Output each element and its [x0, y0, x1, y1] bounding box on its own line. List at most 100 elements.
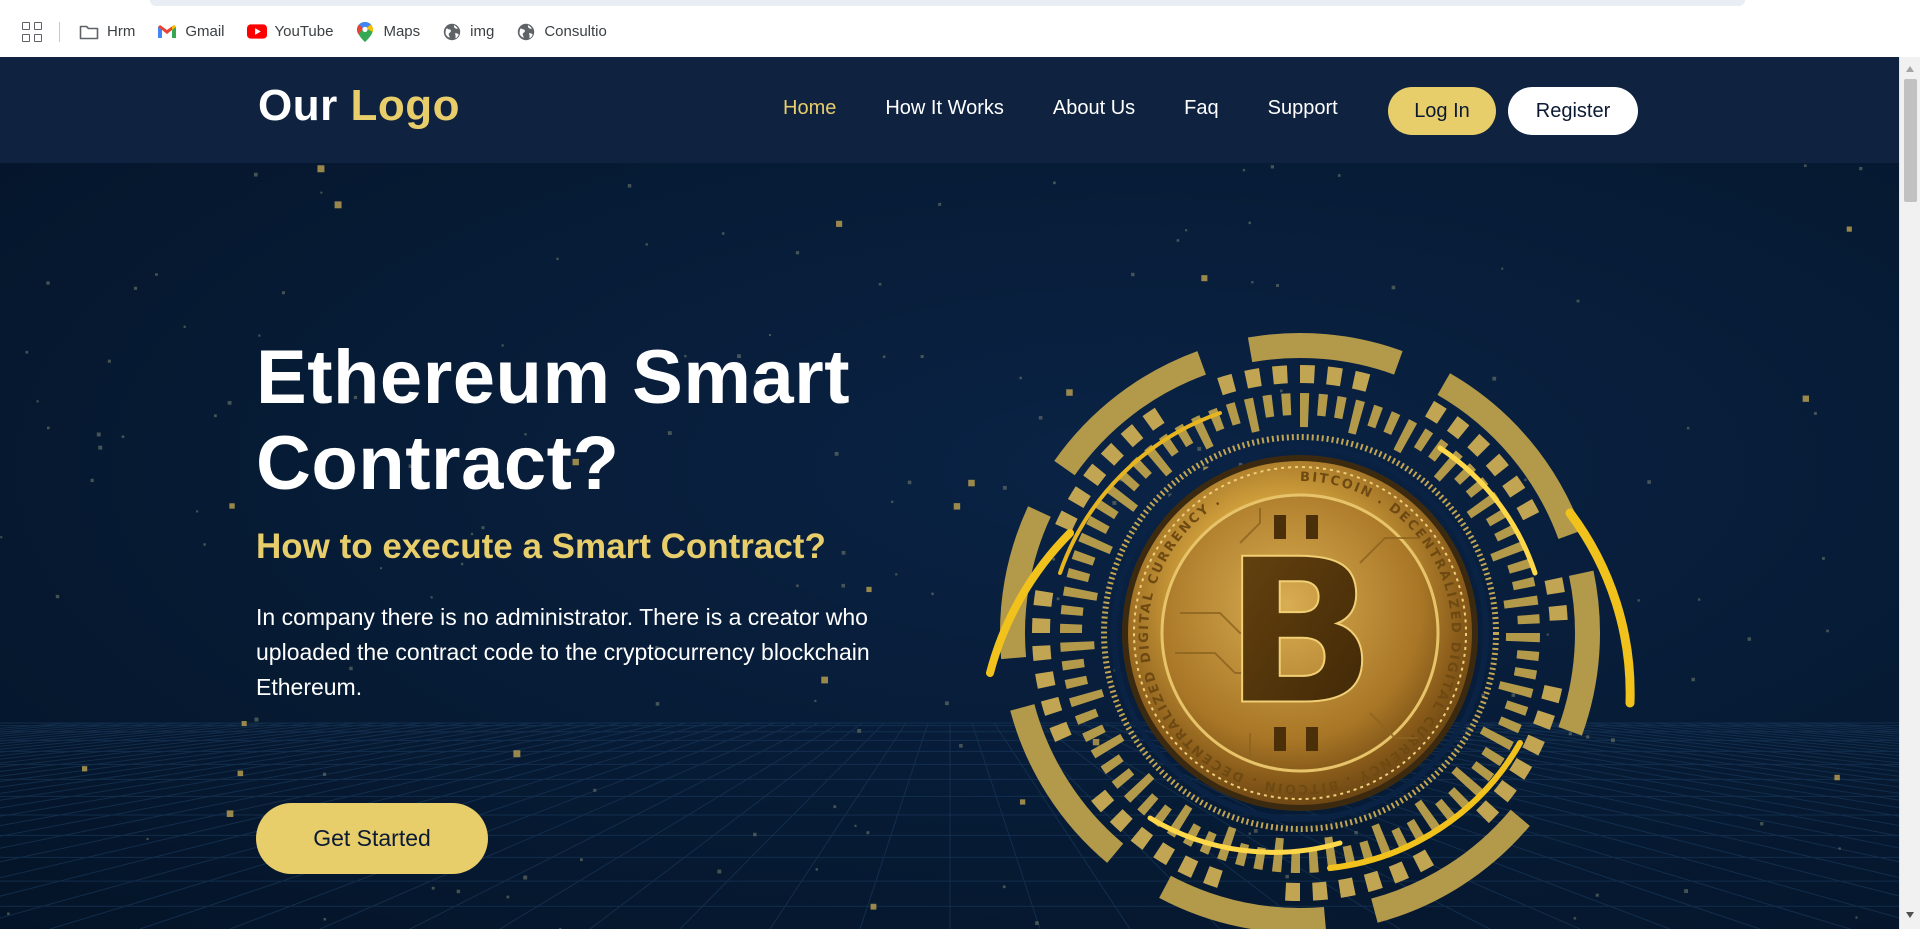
- outer-ring-tick: [1033, 590, 1054, 607]
- middle-ring-tick: [1498, 681, 1534, 698]
- star-particle: [183, 325, 186, 328]
- star-particle: [146, 837, 149, 841]
- nav-home[interactable]: Home: [783, 97, 836, 120]
- star-particle: [506, 895, 510, 899]
- star-particle: [55, 594, 60, 599]
- middle-ring-tick: [1383, 411, 1401, 435]
- page-viewport: Ethereum Smart Contract? How to execute …: [0, 57, 1899, 929]
- star-particle: [1251, 281, 1254, 284]
- outer-ring-tick: [1502, 475, 1526, 498]
- star-particle: [430, 596, 433, 599]
- outer-ring-tick: [1032, 645, 1052, 662]
- logo-primary-text: Our: [258, 81, 338, 130]
- middle-ring-tick: [1505, 633, 1540, 643]
- middle-ring-tick: [1060, 623, 1083, 633]
- scroll-down-arrow-icon[interactable]: [1906, 912, 1914, 918]
- star-particle: [7, 912, 10, 915]
- middle-ring-tick: [1317, 393, 1329, 417]
- scrollbar-thumb[interactable]: [1904, 79, 1917, 202]
- star-particle: [253, 172, 258, 177]
- bookmark-label: Consultio: [544, 23, 607, 40]
- star-particle: [1270, 165, 1274, 169]
- bookmark-hrm[interactable]: Hrm: [79, 17, 135, 47]
- maps-pin-icon: [355, 21, 375, 42]
- outer-ring-tick: [1522, 734, 1545, 756]
- outer-ring-tick: [1476, 800, 1500, 824]
- nav-about-us[interactable]: About Us: [1053, 97, 1135, 120]
- middle-ring-tick: [1507, 558, 1531, 574]
- middle-ring-tick: [1137, 793, 1159, 816]
- star-particle: [870, 903, 877, 910]
- bookmark-gmail[interactable]: Gmail: [157, 17, 225, 47]
- star-particle: [1201, 275, 1208, 282]
- login-button[interactable]: Log In: [1388, 87, 1496, 135]
- star-particle: [133, 286, 138, 290]
- outer-ring-tick: [1485, 453, 1509, 477]
- nav-how-it-works[interactable]: How It Works: [885, 97, 1004, 120]
- gmail-icon: [157, 22, 177, 42]
- outer-ring-tick: [1035, 671, 1056, 689]
- star-particle: [226, 810, 234, 817]
- star-particle: [81, 766, 88, 772]
- star-particle: [196, 510, 199, 513]
- get-started-button[interactable]: Get Started: [256, 803, 488, 874]
- page-scrollbar[interactable]: [1899, 57, 1920, 929]
- outer-ring-segment: [1247, 333, 1403, 375]
- star-particle: [1684, 889, 1689, 894]
- star-particle: [753, 832, 757, 837]
- apps-grid-icon[interactable]: [21, 21, 43, 43]
- bookmark-img[interactable]: img: [442, 17, 494, 47]
- bookmark-maps[interactable]: Maps: [355, 17, 420, 47]
- middle-ring-tick: [1090, 733, 1125, 759]
- outer-ring-tick: [1548, 604, 1568, 621]
- star-particle: [878, 282, 882, 286]
- star-particle: [322, 772, 327, 776]
- star-particle: [841, 583, 846, 588]
- star-particle: [717, 869, 722, 874]
- star-particle: [1859, 166, 1863, 171]
- middle-ring-tick: [1513, 667, 1538, 680]
- outer-ring-tick: [1541, 684, 1563, 704]
- star-particle: [1053, 181, 1056, 185]
- star-particle: [1838, 847, 1841, 850]
- register-button[interactable]: Register: [1508, 87, 1638, 135]
- star-particle: [938, 202, 942, 206]
- middle-ring-tick: [1300, 393, 1310, 428]
- globe-icon: [442, 22, 462, 42]
- bookmark-consultio[interactable]: Consultio: [516, 17, 607, 47]
- middle-ring-tick: [1413, 428, 1434, 452]
- site-logo[interactable]: Our Logo: [258, 81, 460, 131]
- nav-support[interactable]: Support: [1268, 97, 1338, 120]
- star-particle: [155, 273, 158, 276]
- outer-ring-tick: [1083, 463, 1107, 487]
- star-particle: [229, 503, 235, 509]
- middle-ring-tick: [1225, 402, 1241, 426]
- middle-ring-tick: [1061, 658, 1085, 671]
- star-particle: [46, 426, 50, 430]
- star-particle: [1855, 916, 1858, 919]
- middle-ring-tick: [1490, 541, 1526, 562]
- star-particle: [254, 717, 259, 722]
- bookmark-youtube[interactable]: YouTube: [246, 17, 333, 47]
- star-particle: [36, 400, 39, 403]
- scroll-up-arrow-icon[interactable]: [1906, 66, 1914, 72]
- outer-ring-tick: [1032, 618, 1051, 633]
- outer-ring-tick: [1244, 368, 1262, 389]
- middle-ring-tick: [1348, 399, 1365, 435]
- outer-ring-tick: [1055, 510, 1078, 532]
- middle-ring-tick: [1069, 689, 1105, 708]
- star-particle: [203, 543, 206, 546]
- hero-section: Ethereum Smart Contract? How to execute …: [0, 163, 1899, 929]
- star-particle: [796, 584, 799, 588]
- bookmark-label: img: [470, 23, 495, 40]
- star-particle: [1131, 272, 1135, 277]
- middle-ring-tick: [1086, 515, 1110, 535]
- middle-ring-tick: [1235, 842, 1250, 867]
- star-particle: [1176, 239, 1180, 242]
- star-particle: [380, 567, 383, 570]
- star-particle: [1184, 229, 1188, 232]
- main-nav: Home How It Works About Us Faq Support: [783, 97, 1338, 120]
- star-particle: [121, 435, 125, 439]
- middle-ring-tick: [1334, 395, 1347, 420]
- nav-faq[interactable]: Faq: [1184, 97, 1218, 120]
